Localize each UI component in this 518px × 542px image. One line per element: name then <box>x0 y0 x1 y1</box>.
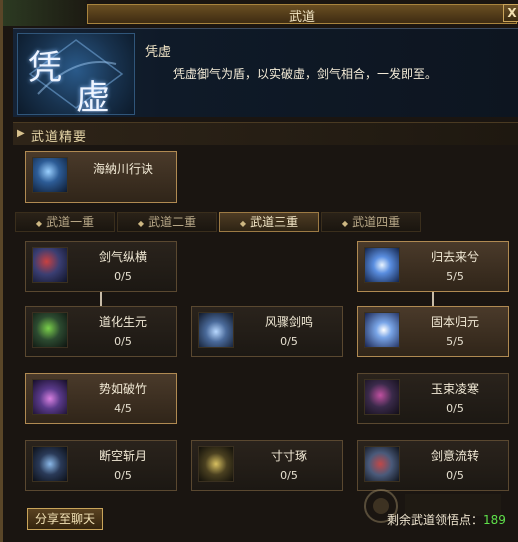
skill-guben-guiyuan[interactable]: 固本归元 5/5 <box>357 306 509 357</box>
skill-shiru-pozhu[interactable]: 势如破竹 4/5 <box>25 373 177 424</box>
skill-name: 道化生元 <box>98 315 147 329</box>
skill-level: 0/5 <box>280 335 298 348</box>
essence-skill-name: 海納川行诀 <box>92 162 153 176</box>
wind-blade-icon <box>198 312 234 348</box>
skill-level: 4/5 <box>114 402 132 415</box>
skill-level: 0/5 <box>114 270 132 283</box>
skill-name: 寸寸琢 <box>270 449 307 463</box>
skill-cuncun-zhuo[interactable]: 寸寸琢 0/5 <box>191 440 343 491</box>
tab-tier-1[interactable]: ◆ 武道一重 <box>15 212 115 232</box>
swirl-blue-icon <box>32 247 68 283</box>
skill-name: 固本归元 <box>430 315 479 329</box>
tier-tabs: ◆ 武道一重 ◆ 武道二重 ◆ 武道三重 ◆ 武道四重 <box>13 212 518 232</box>
green-swirl-icon <box>32 312 68 348</box>
skill-connector <box>432 292 434 306</box>
tab-tier-3[interactable]: ◆ 武道三重 <box>219 212 319 232</box>
skill-level: 5/5 <box>446 335 464 348</box>
close-button[interactable]: X <box>503 4 518 22</box>
skill-duankong-zhanyue[interactable]: 断空斩月 0/5 <box>25 440 177 491</box>
emblem-glyph-1: 凭 <box>28 48 62 88</box>
points-value: 189 <box>483 513 506 527</box>
skill-yushu-linghan[interactable]: 玉束凌寒 0/5 <box>357 373 509 424</box>
section-header: ▶ 武道精要 <box>13 122 518 145</box>
skill-daohua-shengyuan[interactable]: 道化生元 0/5 <box>25 306 177 357</box>
skill-fengzhou-jianming[interactable]: 风骤剑鸣 0/5 <box>191 306 343 357</box>
skill-name: 势如破竹 <box>98 382 147 396</box>
section-label: 武道精要 <box>31 130 88 145</box>
skill-level: 5/5 <box>446 270 464 283</box>
crescent-moon-icon <box>364 312 400 348</box>
moon-slash-icon <box>364 247 400 283</box>
skill-level: 0/5 <box>114 469 132 482</box>
skill-name: 归去来兮 <box>430 250 479 264</box>
share-to-chat-button[interactable]: 分享至聊天 <box>27 508 103 530</box>
lightning-warrior-icon <box>32 157 68 193</box>
skill-description: 凭虚御气为盾，以实破虚，剑气相合，一发即至。 <box>173 67 438 81</box>
skill-level: 0/5 <box>114 335 132 348</box>
emblem-glyph-2: 虚 <box>76 78 110 118</box>
skill-name: 风骤剑鸣 <box>264 315 313 329</box>
title-bar[interactable]: 武道 <box>87 4 517 25</box>
pingxu-emblem-icon: 凭 虚 <box>17 33 135 118</box>
ice-swirl-icon <box>364 379 400 415</box>
sword-flow-icon <box>364 446 400 482</box>
essence-skill[interactable]: 海納川行诀 <box>25 151 177 203</box>
skill-header: 凭 虚 凭虚 凭虚御气为盾，以实破虚，剑气相合，一发即至。 <box>13 28 518 118</box>
skill-guiqu-laixi[interactable]: 归去来兮 5/5 <box>357 241 509 292</box>
wudao-window: ? 武道 X 凭 虚 凭虚 凭虚御气为盾，以实破虚，剑气相合，一发即至。 ▶ 武… <box>0 0 518 542</box>
skill-name: 玉束凌寒 <box>430 382 479 396</box>
skill-connector <box>100 292 102 306</box>
skill-name: 剑气纵横 <box>98 250 147 264</box>
skill-level: 0/5 <box>280 469 298 482</box>
skill-title: 凭虚 <box>145 45 172 60</box>
trident-gold-icon <box>198 446 234 482</box>
trident-moon-icon <box>32 446 68 482</box>
triangle-bullet-icon: ▶ <box>17 128 25 139</box>
skill-level: 0/5 <box>446 402 464 415</box>
tab-tier-2[interactable]: ◆ 武道二重 <box>117 212 217 232</box>
skill-jianqi-zongheng[interactable]: 剑气纵横 0/5 <box>25 241 177 292</box>
skill-name: 剑意流转 <box>430 449 479 463</box>
skill-name: 断空斩月 <box>98 449 147 463</box>
skill-level: 0/5 <box>446 469 464 482</box>
fist-strike-icon <box>32 379 68 415</box>
tab-tier-4[interactable]: ◆ 武道四重 <box>321 212 421 232</box>
window-title: 武道 <box>288 10 315 25</box>
points-label: 剩余武道领悟点： <box>387 513 484 527</box>
remaining-points: 剩余武道领悟点：189 <box>387 511 506 528</box>
corner-decoration <box>3 0 87 26</box>
